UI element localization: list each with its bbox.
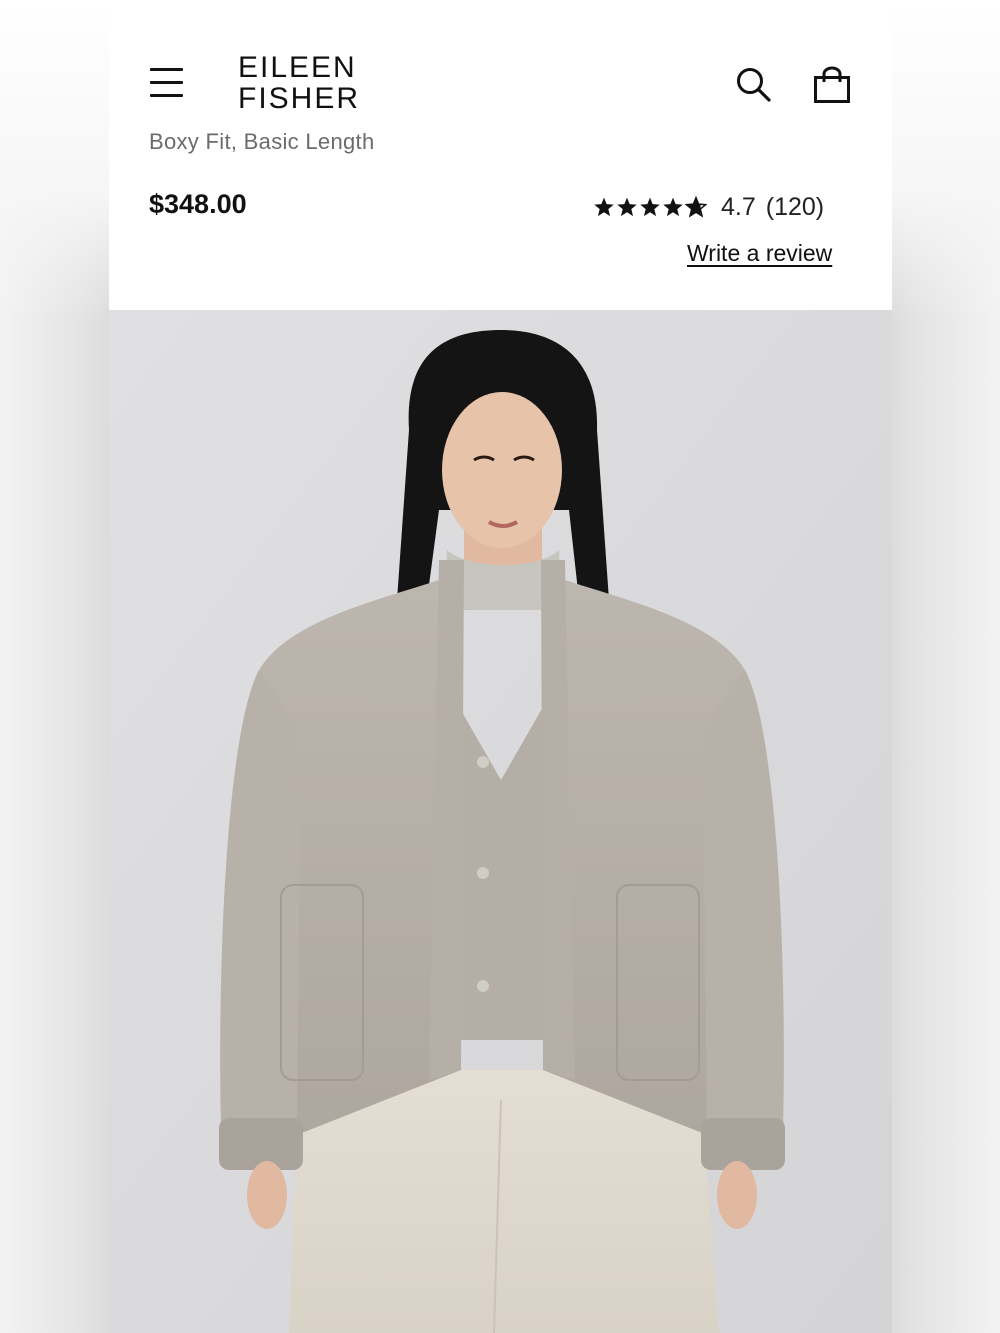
shopping-bag-icon[interactable]: [812, 66, 852, 106]
brand-logo-line2: FISHER: [238, 82, 361, 115]
write-review-link[interactable]: Write a review: [687, 240, 832, 267]
star-icon: [640, 197, 660, 217]
star-icon: [685, 196, 707, 218]
product-subtitle: Boxy Fit, Basic Length: [149, 129, 375, 154]
product-rating[interactable]: 4.7 (120): [593, 192, 824, 222]
product-photo[interactable]: [109, 310, 892, 1333]
rating-stars: [593, 196, 707, 218]
brand-logo-line1: EILEEN: [238, 51, 357, 84]
review-count: (120): [765, 192, 825, 221]
search-icon[interactable]: [735, 66, 773, 106]
star-icon: [663, 197, 683, 217]
star-icon: [617, 197, 637, 217]
brand-logo[interactable]: EILEEN FISHER: [238, 52, 360, 114]
star-icon: [594, 197, 614, 217]
product-price: $348.00: [149, 189, 247, 219]
rating-value: 4.7: [721, 192, 756, 221]
product-header: EILEEN FISHER Boxy Fit, Basic Length $34…: [109, 0, 892, 310]
hamburger-menu-icon[interactable]: [150, 66, 184, 100]
phone-screen: EILEEN FISHER Boxy Fit, Basic Length $34…: [109, 0, 892, 1333]
